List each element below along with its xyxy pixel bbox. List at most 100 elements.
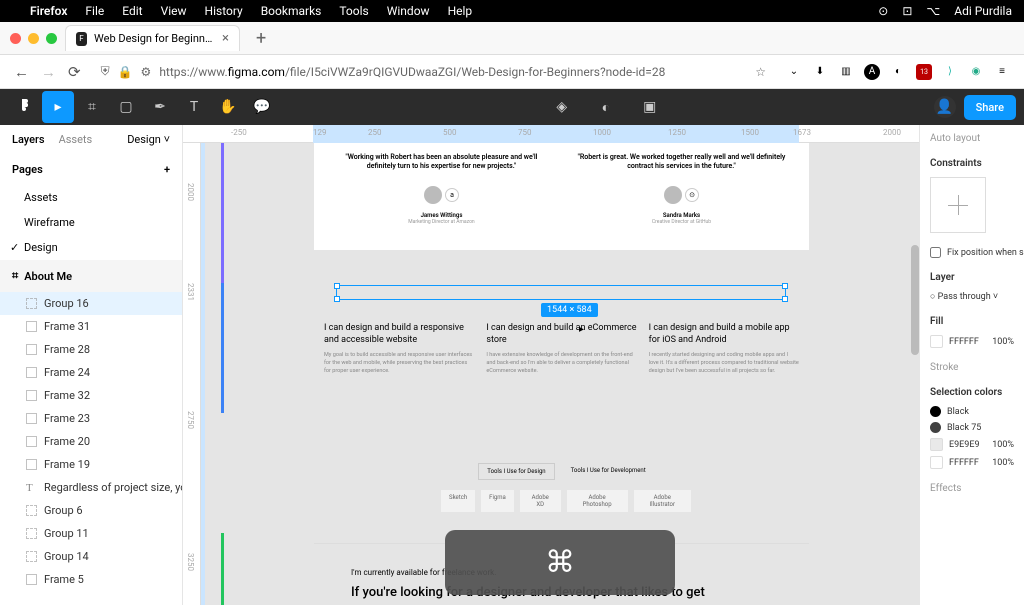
mask-icon[interactable]: ◐: [590, 91, 622, 123]
fill-swatch[interactable]: [930, 335, 943, 348]
macos-menubar: Firefox File Edit View History Bookmarks…: [0, 0, 1024, 22]
menu-view[interactable]: View: [161, 4, 187, 18]
tab-layers[interactable]: Layers: [12, 133, 45, 146]
text-tool[interactable]: T: [178, 91, 210, 123]
tool-chip[interactable]: Adobe Illustrator: [634, 490, 692, 512]
tool-chip[interactable]: Adobe Photoshop: [567, 490, 628, 512]
resize-handle-nw[interactable]: [334, 283, 340, 289]
menu-tools[interactable]: Tools: [339, 4, 368, 18]
lock-icon[interactable]: 🔒: [118, 65, 133, 79]
layer-item[interactable]: Group 16: [0, 292, 182, 315]
vertical-ruler: 2000233127503250: [183, 143, 201, 605]
color-swatch-white[interactable]: [930, 456, 943, 469]
resize-handle-ne[interactable]: [782, 283, 788, 289]
control-center-icon[interactable]: ⌥: [926, 4, 940, 18]
resize-handle-sw[interactable]: [334, 296, 340, 302]
fill-opacity[interactable]: 100%: [992, 337, 1014, 347]
figma-toolbar: ▸ ⌗ ▢ ✒ T ✋ 💬 ◈ ◐ ▣ 👤 Share: [0, 89, 1024, 125]
app-name[interactable]: Firefox: [30, 4, 67, 18]
page-wireframe[interactable]: Wireframe: [0, 210, 182, 235]
color-dot-black[interactable]: [930, 406, 941, 417]
bookmark-star-icon[interactable]: ☆: [755, 65, 766, 79]
ext-a-icon[interactable]: A: [864, 64, 880, 80]
menu-file[interactable]: File: [85, 4, 104, 18]
menu-icon[interactable]: ≡: [994, 64, 1010, 80]
add-page-icon[interactable]: +: [164, 163, 170, 176]
figma-menu-icon[interactable]: [8, 91, 40, 123]
tool-chip[interactable]: Figma: [481, 490, 514, 512]
minimize-window[interactable]: [28, 33, 39, 44]
layer-item[interactable]: Frame 19: [0, 453, 182, 476]
page-design[interactable]: Design: [0, 235, 182, 260]
move-tool[interactable]: ▸: [42, 91, 74, 123]
fill-label: Fill: [930, 316, 1014, 327]
menu-edit[interactable]: Edit: [122, 4, 142, 18]
spotlight-icon[interactable]: ⊙: [878, 4, 888, 18]
maximize-window[interactable]: [46, 33, 57, 44]
settings-toggle-icon[interactable]: ⚙: [141, 65, 152, 79]
layer-item[interactable]: Group 14: [0, 545, 182, 568]
comment-tool[interactable]: 💬: [246, 91, 278, 123]
testimonial-2: "Robert is great. We worked together rea…: [574, 153, 789, 225]
layer-item[interactable]: Group 11: [0, 522, 182, 545]
menu-bookmarks[interactable]: Bookmarks: [261, 4, 322, 18]
tool-chip[interactable]: Adobe XD: [520, 490, 561, 512]
boolean-icon[interactable]: ▣: [634, 91, 666, 123]
shape-tool[interactable]: ▢: [110, 91, 142, 123]
download-icon[interactable]: ⬇: [812, 64, 828, 80]
color-swatch-grey[interactable]: [930, 438, 943, 451]
page-assets[interactable]: Assets: [0, 185, 182, 210]
back-button[interactable]: ←: [14, 63, 29, 81]
selection-bounds[interactable]: [336, 285, 786, 300]
fix-position-checkbox[interactable]: [930, 247, 941, 258]
color-dot-black75[interactable]: [930, 422, 941, 433]
layer-item[interactable]: Frame 28: [0, 338, 182, 361]
blend-mode-dropdown[interactable]: ○ Pass through ˅: [930, 291, 1014, 302]
ext-ublock-icon[interactable]: 13: [916, 64, 932, 80]
reload-button[interactable]: ⟳: [68, 63, 81, 81]
menu-history[interactable]: History: [205, 4, 243, 18]
record-icon[interactable]: ⊡: [902, 4, 912, 18]
new-tab-button[interactable]: +: [248, 28, 274, 49]
scrollbar-thumb[interactable]: [911, 245, 919, 355]
layer-item[interactable]: Frame 20: [0, 430, 182, 453]
close-tab-icon[interactable]: ×: [222, 31, 229, 46]
menu-window[interactable]: Window: [387, 4, 430, 18]
browser-tab[interactable]: F Web Design for Beginners – Fig ×: [65, 25, 240, 51]
url-bar[interactable]: ⛨ 🔒 ⚙ https://www.figma.com/file/I5ciVWZ…: [93, 64, 774, 79]
tool-tab-design[interactable]: Tools I Use for Design: [478, 463, 554, 480]
ext-g-icon[interactable]: ◐: [890, 64, 906, 80]
fill-hex[interactable]: FFFFFF: [949, 337, 979, 347]
library-icon[interactable]: ▥: [838, 64, 854, 80]
section-about-me[interactable]: ⌗ About Me: [0, 260, 182, 292]
layer-item[interactable]: Frame 24: [0, 361, 182, 384]
ext-canva-icon[interactable]: ◉: [968, 64, 984, 80]
canvas[interactable]: -25012925050075010001250150016732000 200…: [183, 125, 919, 605]
layer-item[interactable]: Frame 31: [0, 315, 182, 338]
share-button[interactable]: Share: [964, 95, 1016, 120]
ext-trello-icon[interactable]: ⟩: [942, 64, 958, 80]
tab-design-dropdown[interactable]: Design ˅: [127, 133, 170, 146]
constraints-widget[interactable]: [930, 177, 986, 233]
shield-icon[interactable]: ⛨: [101, 64, 110, 79]
layer-item[interactable]: Group 6: [0, 499, 182, 522]
layer-item[interactable]: Frame 32: [0, 384, 182, 407]
layer-item[interactable]: Frame 23: [0, 407, 182, 430]
tool-chip[interactable]: Sketch: [441, 490, 475, 512]
resize-handle-se[interactable]: [782, 296, 788, 302]
layer-item[interactable]: TRegardless of project size, yo...: [0, 476, 182, 499]
user-name[interactable]: Adi Purdila: [954, 4, 1012, 18]
frame-tool[interactable]: ⌗: [76, 91, 108, 123]
hand-tool[interactable]: ✋: [212, 91, 244, 123]
layer-item[interactable]: Frame 5: [0, 568, 182, 591]
forward-button[interactable]: →: [41, 63, 56, 81]
pocket-icon[interactable]: ⌄: [786, 64, 802, 80]
pen-tool[interactable]: ✒: [144, 91, 176, 123]
close-window[interactable]: [10, 33, 21, 44]
github-logo-icon: ⊙: [685, 188, 699, 202]
component-icon[interactable]: ◈: [546, 91, 578, 123]
tab-assets[interactable]: Assets: [59, 133, 93, 146]
menu-help[interactable]: Help: [448, 4, 473, 18]
tool-tab-dev[interactable]: Tools I Use for Development: [563, 463, 654, 480]
avatar-icon[interactable]: 👤: [934, 96, 956, 118]
